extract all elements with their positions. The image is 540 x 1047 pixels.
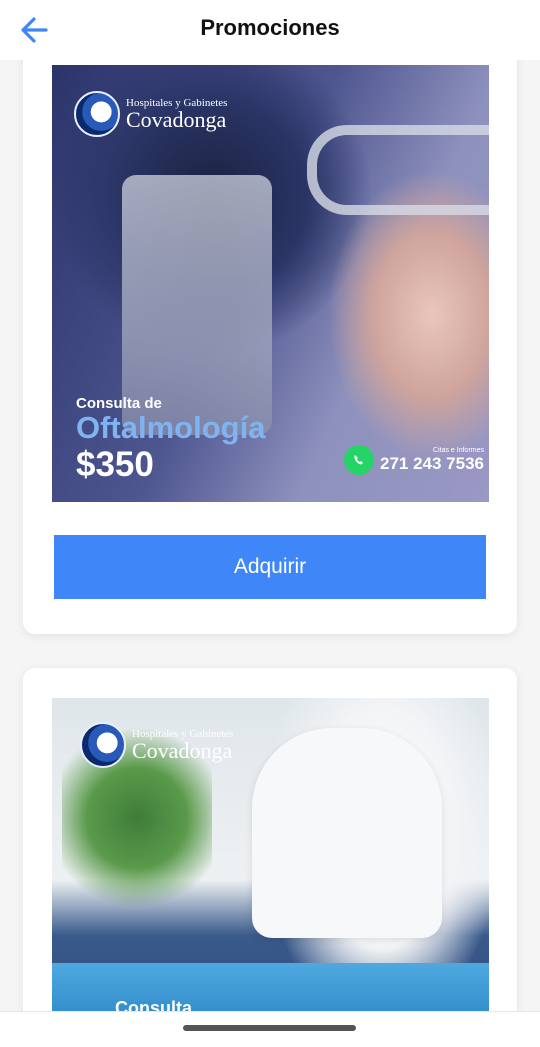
promotion-card: Hospitales y Gabinetes Covadonga Consult… (23, 40, 517, 634)
promotion-card: Hospitales y Gabinetes Covadonga Consult… (23, 668, 517, 1028)
home-indicator[interactable] (183, 1025, 356, 1031)
hospital-logo: Hospitales y Gabinetes Covadonga (74, 91, 227, 137)
top-bar: Promociones (0, 0, 540, 60)
acquire-button[interactable]: Adquirir (54, 535, 486, 599)
promotion-price: $350 (76, 444, 154, 484)
logo-name: Covadonga (126, 106, 227, 132)
home-indicator-bar (0, 1011, 540, 1047)
doctor-illustration (252, 728, 442, 938)
whatsapp-contact: Citas e Informes 271 243 7536 (344, 445, 484, 475)
headrest-illustration (307, 125, 489, 215)
promotion-text: Consulta de Oftalmología $350 (76, 395, 265, 485)
hospital-logo: Hospitales y Gabinetes Covadonga (80, 722, 233, 768)
page-title: Promociones (200, 15, 340, 40)
promotion-image[interactable]: Hospitales y Gabinetes Covadonga Consult… (52, 698, 489, 1028)
contact-phone: 271 243 7536 (380, 453, 484, 473)
contact-label: Citas e Informes (433, 446, 484, 454)
logo-mark-icon (80, 722, 126, 768)
logo-name: Covadonga (132, 737, 233, 763)
whatsapp-icon (344, 445, 374, 475)
promotion-specialty: Oftalmología (76, 410, 266, 445)
logo-mark-icon (74, 91, 120, 137)
promotion-image[interactable]: Hospitales y Gabinetes Covadonga Consult… (52, 65, 489, 502)
